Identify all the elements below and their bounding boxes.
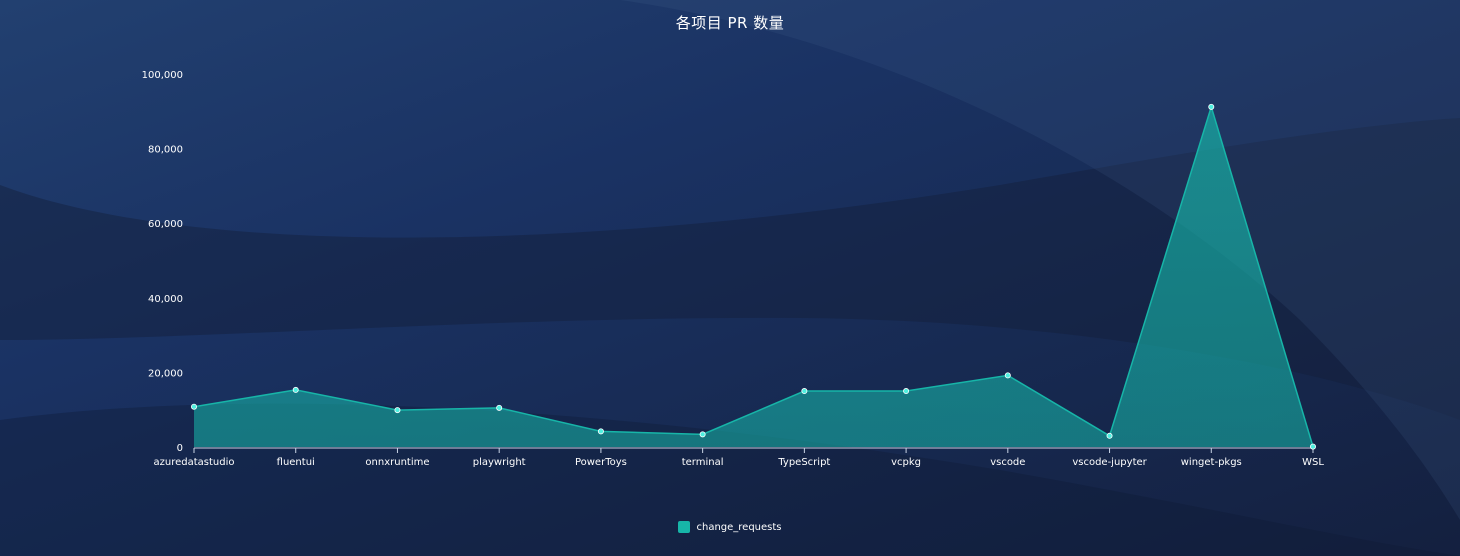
data-point (394, 407, 401, 414)
data-point (699, 431, 706, 438)
x-tick-label: vscode-jupyter (1072, 457, 1147, 468)
legend[interactable]: change_requests (0, 521, 1460, 533)
series-area (194, 106, 1313, 447)
y-tick-label: 60,000 (148, 219, 183, 230)
data-point (1106, 432, 1113, 439)
area-chart: 0 20,000 40,000 60,000 80,000 100,000 azureda… (142, 70, 1325, 468)
data-point (903, 388, 910, 395)
y-tick-label: 100,000 (142, 70, 183, 81)
legend-label: change_requests (696, 521, 782, 533)
chart-canvas: 各项目 PR 数量 0 20,000 40,000 60,000 80,000 100,0… (0, 0, 1460, 556)
x-tick-label: onnxruntime (365, 457, 429, 468)
legend-swatch (678, 521, 691, 533)
x-tick-label: vscode (990, 457, 1025, 468)
series-layer (190, 103, 1317, 450)
data-point (1208, 103, 1215, 110)
x-tick-label: WSL (1302, 457, 1324, 468)
data-point (496, 404, 503, 411)
data-point (597, 428, 604, 435)
y-tick-label: 20,000 (148, 368, 183, 379)
y-tick-label: 80,000 (148, 145, 183, 156)
data-point (801, 388, 808, 395)
x-tick-label: fluentui (277, 457, 315, 468)
data-point (292, 386, 299, 393)
y-tick-label: 40,000 (148, 294, 183, 305)
data-point (1310, 443, 1317, 450)
x-axis: azuredatastudio fluentui onnxruntime playwr… (154, 447, 1324, 468)
x-tick-label: vcpkg (891, 457, 921, 468)
data-point (1004, 372, 1011, 379)
x-tick-label: TypeScript (777, 457, 830, 468)
data-point (190, 403, 197, 410)
x-tick-label: playwright (473, 457, 526, 468)
x-tick-label: winget-pkgs (1181, 457, 1242, 468)
x-tick-label: azuredatastudio (154, 457, 235, 468)
y-tick-label: 0 (177, 443, 183, 454)
x-tick-label: terminal (682, 457, 724, 468)
y-axis: 0 20,000 40,000 60,000 80,000 100,000 (142, 70, 183, 454)
x-tick-label: PowerToys (575, 457, 627, 468)
